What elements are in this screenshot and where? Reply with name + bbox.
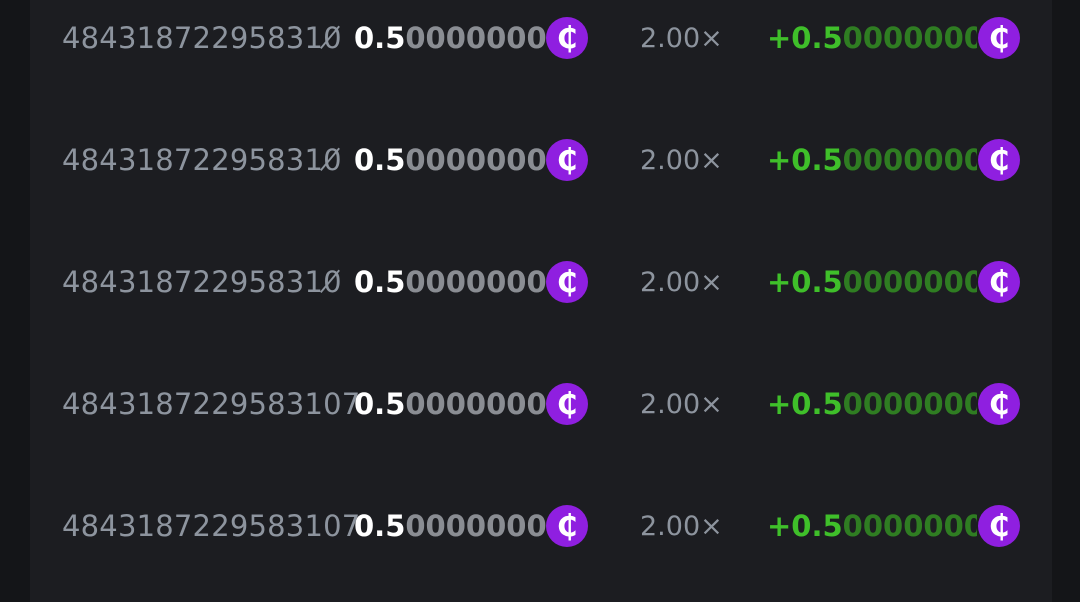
payout-tail: 0000000: [842, 387, 977, 421]
cent-coin-icon: ₵: [978, 139, 1020, 181]
bet-amount-lead: 0.5: [354, 21, 406, 55]
cent-coin-icon: ₵: [978, 505, 1020, 547]
payout-tail: 0000000: [842, 509, 977, 543]
cent-coin-icon: ₵: [546, 17, 588, 59]
payout-tail: 0000000: [842, 265, 977, 299]
multiplier: 2.00×: [640, 22, 723, 54]
multiplier: 2.00×: [640, 266, 723, 298]
bet-amount-tail: 0000000: [405, 387, 547, 421]
bets-table: 484318722958310̸ 0.5 0000000 ₵ 2.00× +0.5…: [30, 0, 1052, 602]
table-row[interactable]: 484318722958310̸ 0.5 0000000 ₵ 2.00× +0.5…: [30, 8, 1052, 68]
bet-amount-tail: 0000000: [405, 509, 547, 543]
payout-lead: +0.5: [767, 21, 843, 55]
table-row[interactable]: 484318722958310̸ 0.5 0000000 ₵ 2.00× +0.5…: [30, 252, 1052, 312]
multiplier: 2.00×: [640, 144, 723, 176]
bet-id[interactable]: 484318722958310̸: [62, 8, 358, 68]
payout-tail: 0000000: [842, 21, 977, 55]
bet-amount-lead: 0.5: [354, 265, 406, 299]
cent-coin-icon: ₵: [546, 139, 588, 181]
payout: +0.5 0000000: [767, 130, 977, 190]
bet-amount-lead: 0.5: [354, 387, 406, 421]
payout: +0.5 0000000: [767, 8, 977, 68]
payout: +0.5 0000000: [767, 496, 977, 556]
cent-coin-icon: ₵: [546, 383, 588, 425]
cent-coin-icon: ₵: [978, 261, 1020, 303]
table-row[interactable]: 4843187229583107 0.5 0000000 ₵ 2.00× +0.5…: [30, 374, 1052, 434]
bet-amount-tail: 0000000: [405, 143, 547, 177]
bet-amount-lead: 0.5: [354, 509, 406, 543]
bet-id[interactable]: 484318722958310̸: [62, 252, 358, 312]
payout-lead: +0.5: [767, 509, 843, 543]
payout-lead: +0.5: [767, 143, 843, 177]
bet-id[interactable]: 4843187229583107: [62, 374, 358, 434]
bet-amount-lead: 0.5: [354, 143, 406, 177]
table-row[interactable]: 4843187229583107 0.5 0000000 ₵ 2.00× +0.5…: [30, 496, 1052, 556]
payout-lead: +0.5: [767, 387, 843, 421]
table-row[interactable]: 484318722958310̸ 0.5 0000000 ₵ 2.00× +0.5…: [30, 130, 1052, 190]
multiplier: 2.00×: [640, 510, 723, 542]
cent-coin-icon: ₵: [978, 17, 1020, 59]
payout: +0.5 0000000: [767, 252, 977, 312]
cent-coin-icon: ₵: [546, 261, 588, 303]
multiplier: 2.00×: [640, 388, 723, 420]
cent-coin-icon: ₵: [978, 383, 1020, 425]
bet-id[interactable]: 4843187229583107: [62, 496, 358, 556]
payout-tail: 0000000: [842, 143, 977, 177]
bet-amount-tail: 0000000: [405, 265, 547, 299]
payout-lead: +0.5: [767, 265, 843, 299]
bet-id[interactable]: 484318722958310̸: [62, 130, 358, 190]
cent-coin-icon: ₵: [546, 505, 588, 547]
bet-amount-tail: 0000000: [405, 21, 547, 55]
payout: +0.5 0000000: [767, 374, 977, 434]
